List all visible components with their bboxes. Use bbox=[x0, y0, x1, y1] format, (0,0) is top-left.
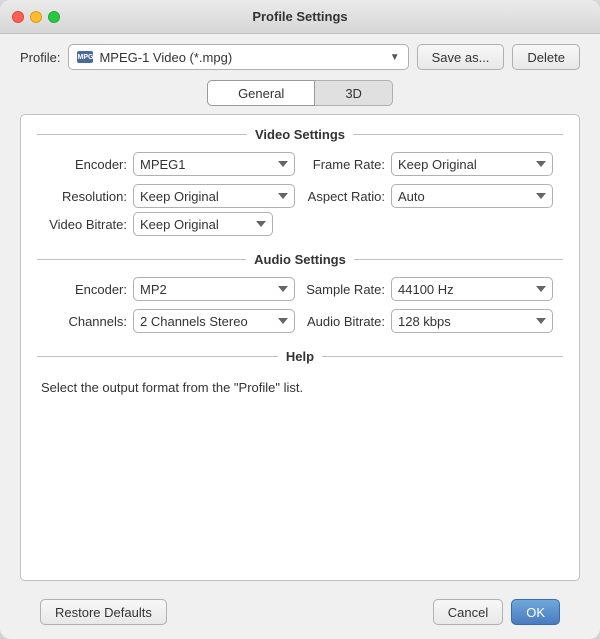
video-bitrate-label: Video Bitrate: bbox=[47, 217, 127, 232]
profile-label: Profile: bbox=[20, 50, 60, 65]
help-title: Help bbox=[286, 349, 314, 364]
sample-rate-select[interactable]: 44100 Hz bbox=[391, 277, 553, 301]
traffic-lights bbox=[12, 11, 60, 23]
profile-row: Profile: MPG MPEG-1 Video (*.mpg) ▼ Save… bbox=[20, 44, 580, 70]
frame-rate-label: Frame Rate: bbox=[305, 157, 385, 172]
audio-section-line-left bbox=[37, 259, 246, 260]
video-fields-grid: Encoder: MPEG1 Frame Rate: Keep Original bbox=[37, 152, 563, 208]
audio-encoder-select[interactable]: MP2 bbox=[133, 277, 295, 301]
audio-settings-title: Audio Settings bbox=[254, 252, 346, 267]
cancel-button[interactable]: Cancel bbox=[433, 599, 503, 625]
audio-section-line-right bbox=[354, 259, 563, 260]
section-line-left bbox=[37, 134, 247, 135]
audio-bitrate-label: Audio Bitrate: bbox=[305, 314, 385, 329]
profile-value: MPEG-1 Video (*.mpg) bbox=[99, 50, 383, 65]
audio-settings-section: Audio Settings Encoder: MP2 Sample Rate: bbox=[37, 252, 563, 333]
audio-settings-header: Audio Settings bbox=[37, 252, 563, 267]
audio-bitrate-field-row: Audio Bitrate: 128 kbps bbox=[305, 309, 553, 333]
encoder-field-row: Encoder: MPEG1 bbox=[47, 152, 295, 176]
resolution-label: Resolution: bbox=[47, 189, 127, 204]
resolution-field-row: Resolution: Keep Original bbox=[47, 184, 295, 208]
main-area: Video Settings Encoder: MPEG1 Frame Rate… bbox=[20, 114, 580, 581]
tab-3d[interactable]: 3D bbox=[315, 80, 393, 106]
section-line-right bbox=[353, 134, 563, 135]
channels-field-row: Channels: 2 Channels Stereo bbox=[47, 309, 295, 333]
video-bitrate-row: Video Bitrate: Keep Original bbox=[37, 212, 563, 236]
channels-label: Channels: bbox=[47, 314, 127, 329]
profile-dropdown[interactable]: MPG MPEG-1 Video (*.mpg) ▼ bbox=[68, 44, 408, 70]
bottom-bar: Restore Defaults Cancel OK bbox=[20, 591, 580, 639]
tab-general[interactable]: General bbox=[207, 80, 315, 106]
tab-row: General 3D bbox=[20, 80, 580, 106]
video-settings-section: Video Settings Encoder: MPEG1 Frame Rate… bbox=[37, 127, 563, 236]
help-header: Help bbox=[37, 349, 563, 364]
audio-encoder-label: Encoder: bbox=[47, 282, 127, 297]
sample-rate-field-row: Sample Rate: 44100 Hz bbox=[305, 277, 553, 301]
encoder-label: Encoder: bbox=[47, 157, 127, 172]
ok-button[interactable]: OK bbox=[511, 599, 560, 625]
window: Profile Settings Profile: MPG MPEG-1 Vid… bbox=[0, 0, 600, 639]
help-section-line-right bbox=[322, 356, 563, 357]
video-settings-header: Video Settings bbox=[37, 127, 563, 142]
audio-bitrate-select[interactable]: 128 kbps bbox=[391, 309, 553, 333]
frame-rate-select[interactable]: Keep Original bbox=[391, 152, 553, 176]
title-bar: Profile Settings bbox=[0, 0, 600, 34]
channels-select[interactable]: 2 Channels Stereo bbox=[133, 309, 295, 333]
save-as-button[interactable]: Save as... bbox=[417, 44, 505, 70]
sample-rate-label: Sample Rate: bbox=[305, 282, 385, 297]
help-section-line-left bbox=[37, 356, 278, 357]
resolution-select[interactable]: Keep Original bbox=[133, 184, 295, 208]
aspect-ratio-label: Aspect Ratio: bbox=[305, 189, 385, 204]
help-text: Select the output format from the "Profi… bbox=[37, 374, 563, 402]
chevron-down-icon: ▼ bbox=[390, 52, 400, 63]
frame-rate-field-row: Frame Rate: Keep Original bbox=[305, 152, 553, 176]
encoder-select[interactable]: MPEG1 bbox=[133, 152, 295, 176]
delete-button[interactable]: Delete bbox=[512, 44, 580, 70]
aspect-ratio-select[interactable]: Auto bbox=[391, 184, 553, 208]
bottom-right-buttons: Cancel OK bbox=[433, 599, 560, 625]
window-title: Profile Settings bbox=[252, 9, 347, 24]
help-section: Help Select the output format from the "… bbox=[37, 349, 563, 402]
video-settings-title: Video Settings bbox=[255, 127, 345, 142]
maximize-button[interactable] bbox=[48, 11, 60, 23]
minimize-button[interactable] bbox=[30, 11, 42, 23]
content-area: Profile: MPG MPEG-1 Video (*.mpg) ▼ Save… bbox=[0, 34, 600, 639]
close-button[interactable] bbox=[12, 11, 24, 23]
aspect-ratio-field-row: Aspect Ratio: Auto bbox=[305, 184, 553, 208]
profile-icon: MPG bbox=[77, 51, 93, 63]
video-bitrate-select[interactable]: Keep Original bbox=[133, 212, 273, 236]
audio-fields-grid: Encoder: MP2 Sample Rate: 44100 Hz bbox=[37, 277, 563, 333]
restore-defaults-button[interactable]: Restore Defaults bbox=[40, 599, 167, 625]
audio-encoder-field-row: Encoder: MP2 bbox=[47, 277, 295, 301]
profile-icon-text: MPG bbox=[77, 54, 93, 61]
